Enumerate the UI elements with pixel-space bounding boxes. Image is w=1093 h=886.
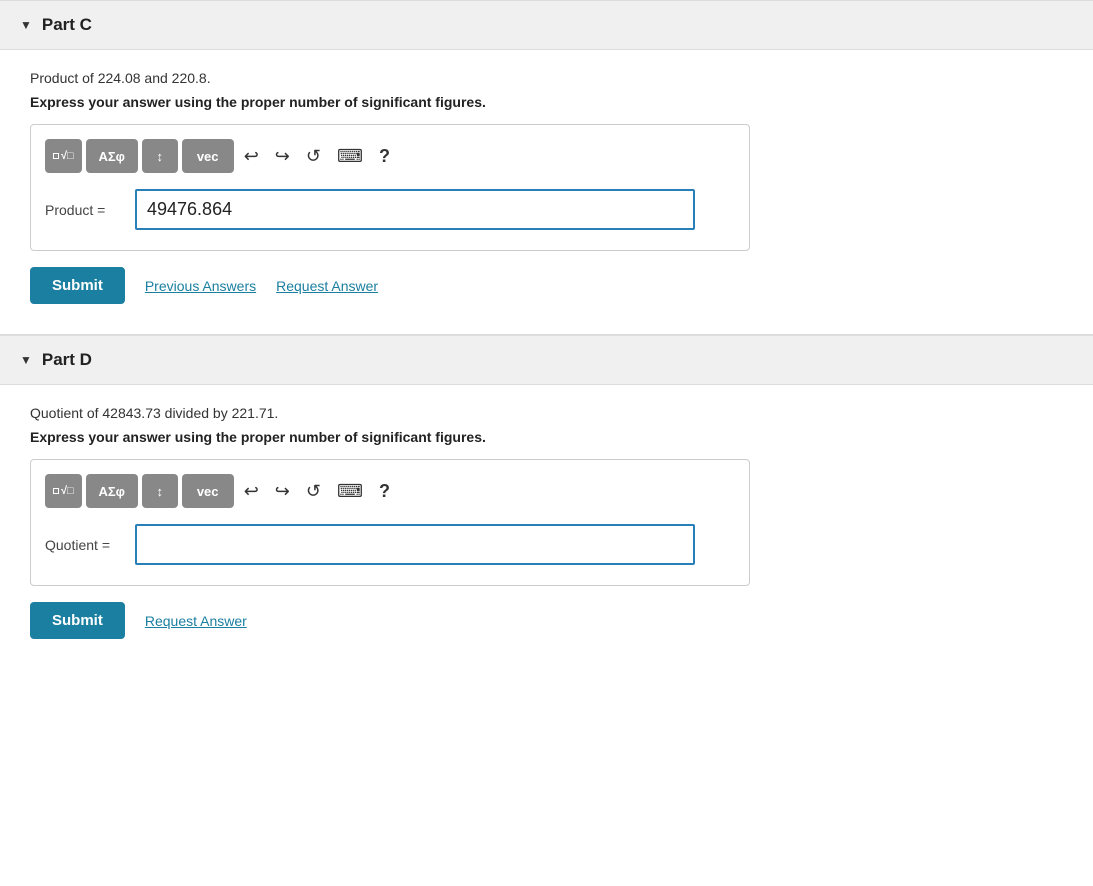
part-c-label: Part C	[42, 15, 92, 35]
part-c-body: Product of 224.08 and 220.8. Express you…	[0, 50, 1093, 334]
part-d-answer-input[interactable]	[135, 524, 695, 565]
part-c-redo-btn[interactable]: ↪	[269, 142, 296, 171]
part-c-answer-box: √□ ΑΣφ ↕ vec ↩ ↪ ↺	[30, 124, 750, 251]
part-c-refresh-btn[interactable]: ↺	[300, 142, 327, 171]
part-d-answer-box: √□ ΑΣφ ↕ vec ↩ ↪ ↺	[30, 459, 750, 586]
part-c-answer-input[interactable]	[135, 189, 695, 230]
part-d-updown-btn[interactable]: ↕	[142, 474, 178, 508]
part-c-keyboard-btn[interactable]: ⌨	[331, 142, 369, 171]
part-d-request-answer-button[interactable]: Request Answer	[145, 613, 247, 629]
part-c-instruction: Express your answer using the proper num…	[30, 94, 1063, 110]
part-c-input-label: Product =	[45, 202, 125, 218]
part-d-problem: Quotient of 42843.73 divided by 221.71.	[30, 405, 1063, 421]
part-c-collapse-arrow[interactable]: ▼	[20, 18, 32, 32]
part-d-redo-btn[interactable]: ↪	[269, 477, 296, 506]
part-d-instruction: Express your answer using the proper num…	[30, 429, 1063, 445]
part-c-header: ▼ Part C	[0, 0, 1093, 50]
part-d-section: ▼ Part D Quotient of 42843.73 divided by…	[0, 335, 1093, 669]
part-c-request-answer-button[interactable]: Request Answer	[276, 278, 378, 294]
part-c-undo-btn[interactable]: ↩	[238, 142, 265, 171]
part-d-matrix-btn[interactable]: √□	[45, 474, 82, 508]
part-d-collapse-arrow[interactable]: ▼	[20, 353, 32, 367]
part-d-vec-btn[interactable]: vec	[182, 474, 234, 508]
part-c-toolbar: √□ ΑΣφ ↕ vec ↩ ↪ ↺	[45, 139, 735, 173]
part-c-greek-btn[interactable]: ΑΣφ	[86, 139, 138, 173]
part-c-problem: Product of 224.08 and 220.8.	[30, 70, 1063, 86]
part-c-input-row: Product =	[45, 189, 735, 230]
part-d-body: Quotient of 42843.73 divided by 221.71. …	[0, 385, 1093, 669]
part-d-undo-btn[interactable]: ↩	[238, 477, 265, 506]
part-d-input-label: Quotient =	[45, 537, 125, 553]
part-d-greek-btn[interactable]: ΑΣφ	[86, 474, 138, 508]
part-d-help-btn[interactable]: ?	[373, 477, 396, 506]
part-d-toolbar: √□ ΑΣφ ↕ vec ↩ ↪ ↺	[45, 474, 735, 508]
part-c-previous-answers-button[interactable]: Previous Answers	[145, 278, 256, 294]
part-c-help-btn[interactable]: ?	[373, 142, 396, 171]
part-c-vec-btn[interactable]: vec	[182, 139, 234, 173]
part-c-actions: Submit Previous Answers Request Answer	[30, 267, 1063, 304]
part-d-submit-button[interactable]: Submit	[30, 602, 125, 639]
part-d-input-row: Quotient =	[45, 524, 735, 565]
part-d-actions: Submit Request Answer	[30, 602, 1063, 639]
part-c-updown-btn[interactable]: ↕	[142, 139, 178, 173]
part-d-refresh-btn[interactable]: ↺	[300, 477, 327, 506]
part-c-section: ▼ Part C Product of 224.08 and 220.8. Ex…	[0, 0, 1093, 334]
part-d-label: Part D	[42, 350, 92, 370]
part-c-matrix-btn[interactable]: √□	[45, 139, 82, 173]
part-d-keyboard-btn[interactable]: ⌨	[331, 477, 369, 506]
part-d-header: ▼ Part D	[0, 335, 1093, 385]
part-c-submit-button[interactable]: Submit	[30, 267, 125, 304]
